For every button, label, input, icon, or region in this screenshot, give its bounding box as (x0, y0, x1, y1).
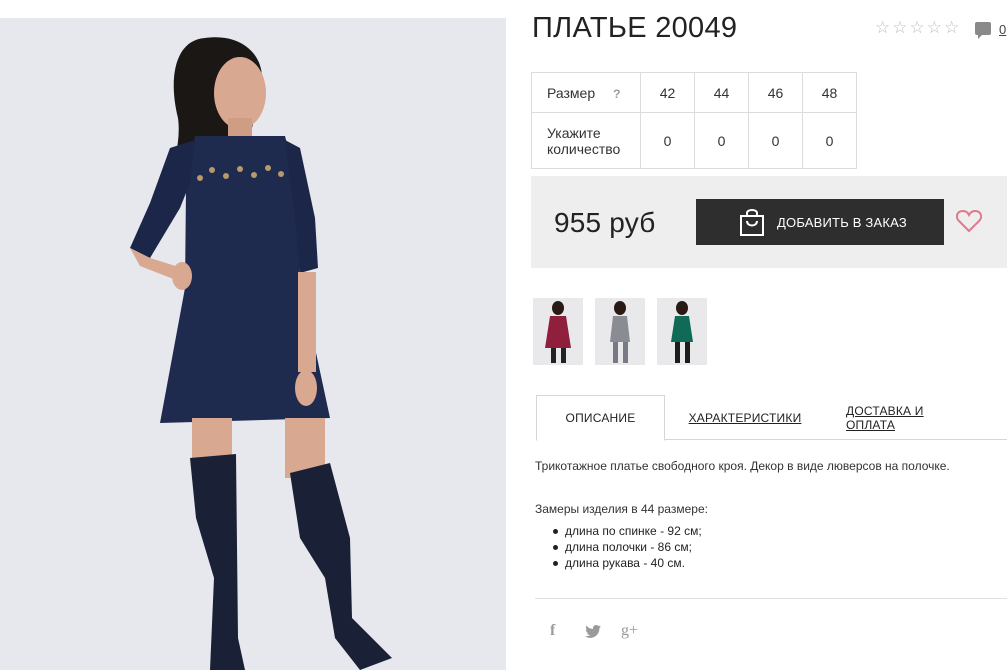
tab-characteristics[interactable]: ХАРАКТЕРИСТИКИ (686, 395, 804, 440)
add-to-order-label: ДОБАВИТЬ В ЗАКАЗ (777, 214, 907, 230)
tab-delivery-payment[interactable]: ДОСТАВКА И ОПЛАТА (846, 395, 974, 440)
comments-count-link[interactable]: 0 (999, 22, 1006, 37)
quantity-input-42[interactable]: 0 (640, 112, 695, 169)
quantity-label-cell: Укажите количество (531, 112, 641, 169)
list-item: длина по спинке - 92 см; (553, 524, 702, 538)
star-outline-icon[interactable]: ☆ (944, 20, 959, 37)
product-title: ПЛАТЬЕ 20049 (532, 12, 738, 44)
star-outline-icon[interactable]: ☆ (875, 20, 890, 37)
buy-panel: 955 руб ДОБАВИТЬ В ЗАКАЗ (531, 176, 1007, 268)
size-row: Размер? 42 44 46 48 (531, 72, 857, 113)
star-outline-icon[interactable]: ☆ (892, 20, 907, 37)
size-option-42: 42 (640, 72, 695, 113)
thumbnail-burgundy[interactable] (533, 298, 583, 365)
rating-stars[interactable]: ☆ ☆ ☆ ☆ ☆ (875, 20, 959, 37)
product-photo[interactable] (0, 18, 506, 670)
color-thumbnails (533, 298, 707, 365)
star-outline-icon[interactable]: ☆ (927, 20, 942, 37)
tab-description[interactable]: ОПИСАНИЕ (536, 395, 665, 441)
divider (535, 598, 1007, 599)
facebook-icon[interactable]: f (550, 622, 555, 640)
googleplus-icon[interactable]: g+ (621, 622, 638, 640)
quantity-input-46[interactable]: 0 (748, 112, 803, 169)
thumbnail-grey[interactable] (595, 298, 645, 365)
size-option-44: 44 (694, 72, 749, 113)
add-to-order-button[interactable]: ДОБАВИТЬ В ЗАКАЗ (696, 199, 944, 245)
quantity-label-line2: количество (547, 140, 621, 157)
product-description: Трикотажное платье свободного кроя. Деко… (535, 459, 950, 473)
measurements-list: длина по спинке - 92 см; длина полочки -… (553, 523, 702, 571)
heart-outline-icon[interactable] (955, 209, 983, 233)
size-quantity-table: Размер? 42 44 46 48 Укажите количество 0… (531, 72, 857, 169)
size-option-48: 48 (802, 72, 857, 113)
size-label-cell: Размер? (531, 72, 641, 113)
size-help-icon[interactable]: ? (613, 87, 620, 101)
comment-bubble-icon[interactable] (975, 22, 991, 39)
twitter-icon[interactable] (585, 624, 601, 642)
quantity-label-line1: Укажите (547, 124, 601, 141)
measurements-title: Замеры изделия в 44 размере: (535, 502, 708, 516)
product-tabs: ОПИСАНИЕ ХАРАКТЕРИСТИКИ ДОСТАВКА И ОПЛАТ… (536, 395, 1007, 441)
thumbnail-green[interactable] (657, 298, 707, 365)
model-figure-illustration (130, 37, 392, 670)
star-outline-icon[interactable]: ☆ (910, 20, 925, 37)
list-item: длина рукава - 40 см. (553, 555, 702, 571)
product-price: 955 руб (554, 207, 656, 238)
size-option-46: 46 (748, 72, 803, 113)
list-item: длина полочки - 86 см; (553, 539, 702, 555)
quantity-input-44[interactable]: 0 (694, 112, 749, 169)
size-label: Размер (547, 84, 596, 101)
shopping-bag-icon (739, 207, 765, 237)
quantity-row: Укажите количество 0 0 0 0 (531, 112, 857, 169)
quantity-input-48[interactable]: 0 (802, 112, 857, 169)
